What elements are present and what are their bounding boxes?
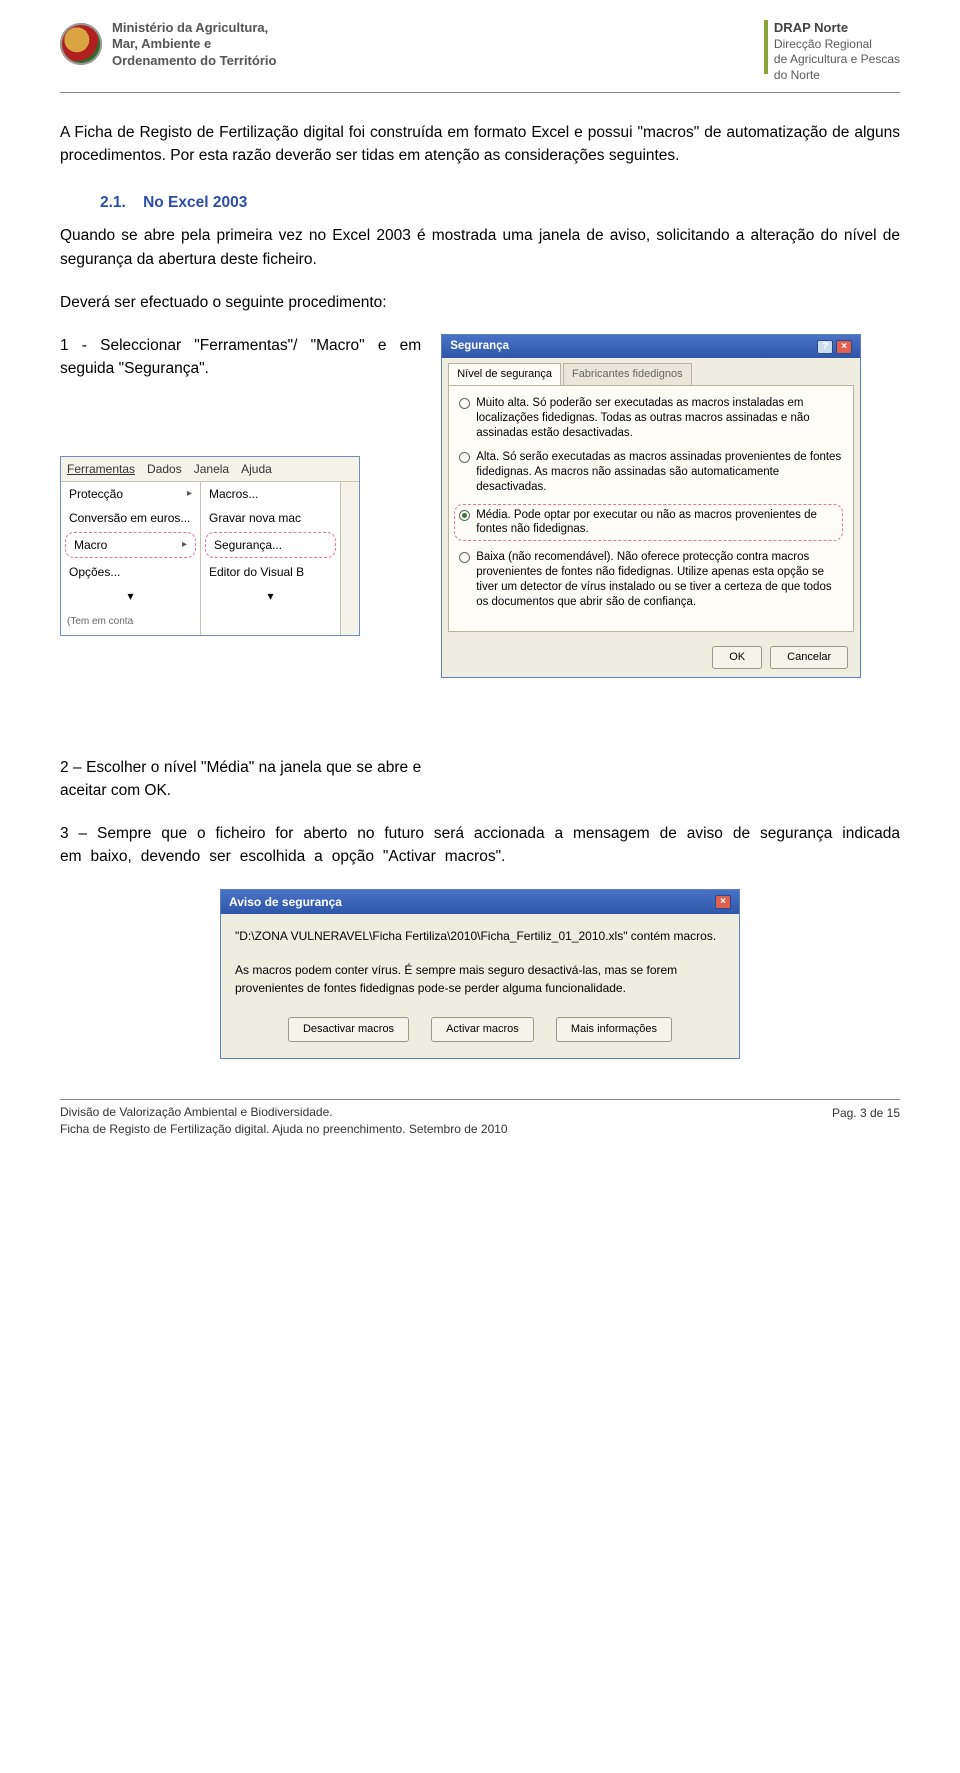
excel-ferramentas-menu: Ferramentas Dados Janela Ajuda Protecção… xyxy=(60,456,360,636)
radio-low-label: Baixa (não recomendável). Não oferece pr… xyxy=(476,550,843,610)
ministry-line1: Ministério da Agricultura, xyxy=(112,20,276,36)
tab-trusted-publishers[interactable]: Fabricantes fidedignos xyxy=(563,363,692,385)
header-left: Ministério da Agricultura, Mar, Ambiente… xyxy=(60,20,276,69)
section-number: 2.1. xyxy=(100,194,126,211)
security-tabs: Nível de segurança Fabricantes fidedigno… xyxy=(442,358,860,385)
security-dialog-title: Segurança xyxy=(450,338,509,355)
warning-message: As macros podem conter vírus. É sempre m… xyxy=(235,962,725,997)
warning-dialog-buttons: Desactivar macros Activar macros Mais in… xyxy=(221,1009,739,1058)
security-dialog-body: Muito alta. Só poderão ser executadas as… xyxy=(448,385,854,632)
excel-menu-note: (Tem em conta xyxy=(61,608,200,635)
excel-menu-col2: Macros... Gravar nova mac Segurança... E… xyxy=(201,482,341,635)
radio-medium[interactable]: Média. Pode optar por executar ou não as… xyxy=(454,504,843,542)
section-heading: 2.1. No Excel 2003 xyxy=(60,191,900,214)
header-right: DRAP Norte Direcção Regional de Agricult… xyxy=(764,20,900,84)
menu-expand-icon[interactable]: ▾ xyxy=(61,584,200,608)
more-info-button[interactable]: Mais informações xyxy=(556,1017,672,1042)
intro-paragraph: A Ficha de Registo de Fertilização digit… xyxy=(60,121,900,168)
submenu-gravar[interactable]: Gravar nova mac xyxy=(201,506,340,530)
enable-macros-button[interactable]: Activar macros xyxy=(431,1017,534,1042)
menu-item-proteccao[interactable]: Protecção▸ xyxy=(61,482,200,506)
step-1-text: 1 - Seleccionar "Ferramentas"/ "Macro" e… xyxy=(60,334,421,381)
security-warning-dialog: Aviso de segurança × "D:\ZONA VULNERAVEL… xyxy=(220,889,740,1059)
radio-icon xyxy=(459,452,470,463)
radio-very-high-label: Muito alta. Só poderão ser executadas as… xyxy=(476,396,843,441)
excel-menu-col1: Protecção▸ Conversão em euros... Macro▸ … xyxy=(61,482,201,635)
menu-janela[interactable]: Janela xyxy=(194,460,229,478)
radio-medium-label: Média. Pode optar por executar ou não as… xyxy=(476,508,838,538)
submenu-macros[interactable]: Macros... xyxy=(201,482,340,506)
warning-dialog-title: Aviso de segurança xyxy=(229,893,342,911)
cancel-button[interactable]: Cancelar xyxy=(770,646,848,669)
disable-macros-button[interactable]: Desactivar macros xyxy=(288,1017,409,1042)
excel-menu-dropdown: Protecção▸ Conversão em euros... Macro▸ … xyxy=(61,482,359,635)
section-title: No Excel 2003 xyxy=(143,194,247,211)
radio-icon xyxy=(459,552,470,563)
drap-line1: Direcção Regional xyxy=(774,37,900,53)
radio-low[interactable]: Baixa (não recomendável). Não oferece pr… xyxy=(459,550,843,610)
excel-menubar: Ferramentas Dados Janela Ajuda xyxy=(61,457,359,482)
page-number: Pag. 3 de 15 xyxy=(832,1104,900,1122)
warning-file-path: "D:\ZONA VULNERAVEL\Ficha Fertiliza\2010… xyxy=(235,928,725,945)
menu-ajuda[interactable]: Ajuda xyxy=(241,460,272,478)
radio-very-high[interactable]: Muito alta. Só poderão ser executadas as… xyxy=(459,396,843,441)
footer-left: Divisão de Valorização Ambiental e Biodi… xyxy=(60,1104,508,1138)
submenu-editor[interactable]: Editor do Visual B xyxy=(201,560,340,584)
drap-accent-bar xyxy=(764,20,768,74)
paragraph-1: Quando se abre pela primeira vez no Exce… xyxy=(60,224,900,271)
radio-icon xyxy=(459,398,470,409)
paragraph-2: Deverá ser efectuado o seguinte procedim… xyxy=(60,291,900,314)
drap-title: DRAP Norte xyxy=(774,20,900,37)
titlebar-buttons: × xyxy=(715,895,731,909)
help-icon[interactable]: ? xyxy=(817,340,833,354)
menu-item-macro[interactable]: Macro▸ xyxy=(65,532,196,558)
step-2-text: 2 – Escolher o nível "Média" na janela q… xyxy=(60,756,421,803)
radio-high-label: Alta. Só serão executadas as macros assi… xyxy=(476,450,843,495)
drap-text: DRAP Norte Direcção Regional de Agricult… xyxy=(774,20,900,84)
ok-button[interactable]: OK xyxy=(712,646,762,669)
tab-security-level[interactable]: Nível de segurança xyxy=(448,363,561,385)
chevron-right-icon: ▸ xyxy=(182,537,187,552)
titlebar-buttons: ? × xyxy=(817,340,852,354)
security-dialog-screenshot: Segurança ? × Nível de segurança Fabrica… xyxy=(441,334,900,678)
ministry-name: Ministério da Agricultura, Mar, Ambiente… xyxy=(112,20,276,69)
security-dialog-titlebar: Segurança ? × xyxy=(442,335,860,358)
submenu-expand-icon[interactable]: ▾ xyxy=(201,584,340,608)
drap-line3: do Norte xyxy=(774,68,900,84)
excel-menu-screenshot: Ferramentas Dados Janela Ajuda Protecção… xyxy=(60,456,421,636)
security-dialog-footer: OK Cancelar xyxy=(442,638,860,677)
ministry-line2: Mar, Ambiente e xyxy=(112,36,276,52)
page-header: Ministério da Agricultura, Mar, Ambiente… xyxy=(60,20,900,93)
ministry-line3: Ordenamento do Território xyxy=(112,53,276,69)
footer-line1: Divisão de Valorização Ambiental e Biodi… xyxy=(60,1104,508,1121)
drap-line2: de Agricultura e Pescas xyxy=(774,52,900,68)
warning-dialog-titlebar: Aviso de segurança × xyxy=(221,890,739,914)
radio-icon xyxy=(459,510,470,521)
menu-dados[interactable]: Dados xyxy=(147,460,182,478)
close-icon[interactable]: × xyxy=(836,340,852,354)
close-icon[interactable]: × xyxy=(715,895,731,909)
chevron-right-icon: ▸ xyxy=(187,486,192,501)
menu-item-opcoes[interactable]: Opções... xyxy=(61,560,200,584)
security-dialog: Segurança ? × Nível de segurança Fabrica… xyxy=(441,334,861,678)
step-3-text: 3 – Sempre que o ficheiro for aberto no … xyxy=(60,822,900,869)
coat-of-arms-icon xyxy=(60,23,102,65)
footer-line2: Ficha de Registo de Fertilização digital… xyxy=(60,1121,508,1138)
radio-high[interactable]: Alta. Só serão executadas as macros assi… xyxy=(459,450,843,495)
submenu-seguranca[interactable]: Segurança... xyxy=(205,532,336,558)
menu-item-conversao[interactable]: Conversão em euros... xyxy=(61,506,200,530)
warning-dialog-body: "D:\ZONA VULNERAVEL\Ficha Fertiliza\2010… xyxy=(221,914,739,1010)
menu-ferramentas[interactable]: Ferramentas xyxy=(67,460,135,478)
page-footer: Divisão de Valorização Ambiental e Biodi… xyxy=(60,1099,900,1138)
